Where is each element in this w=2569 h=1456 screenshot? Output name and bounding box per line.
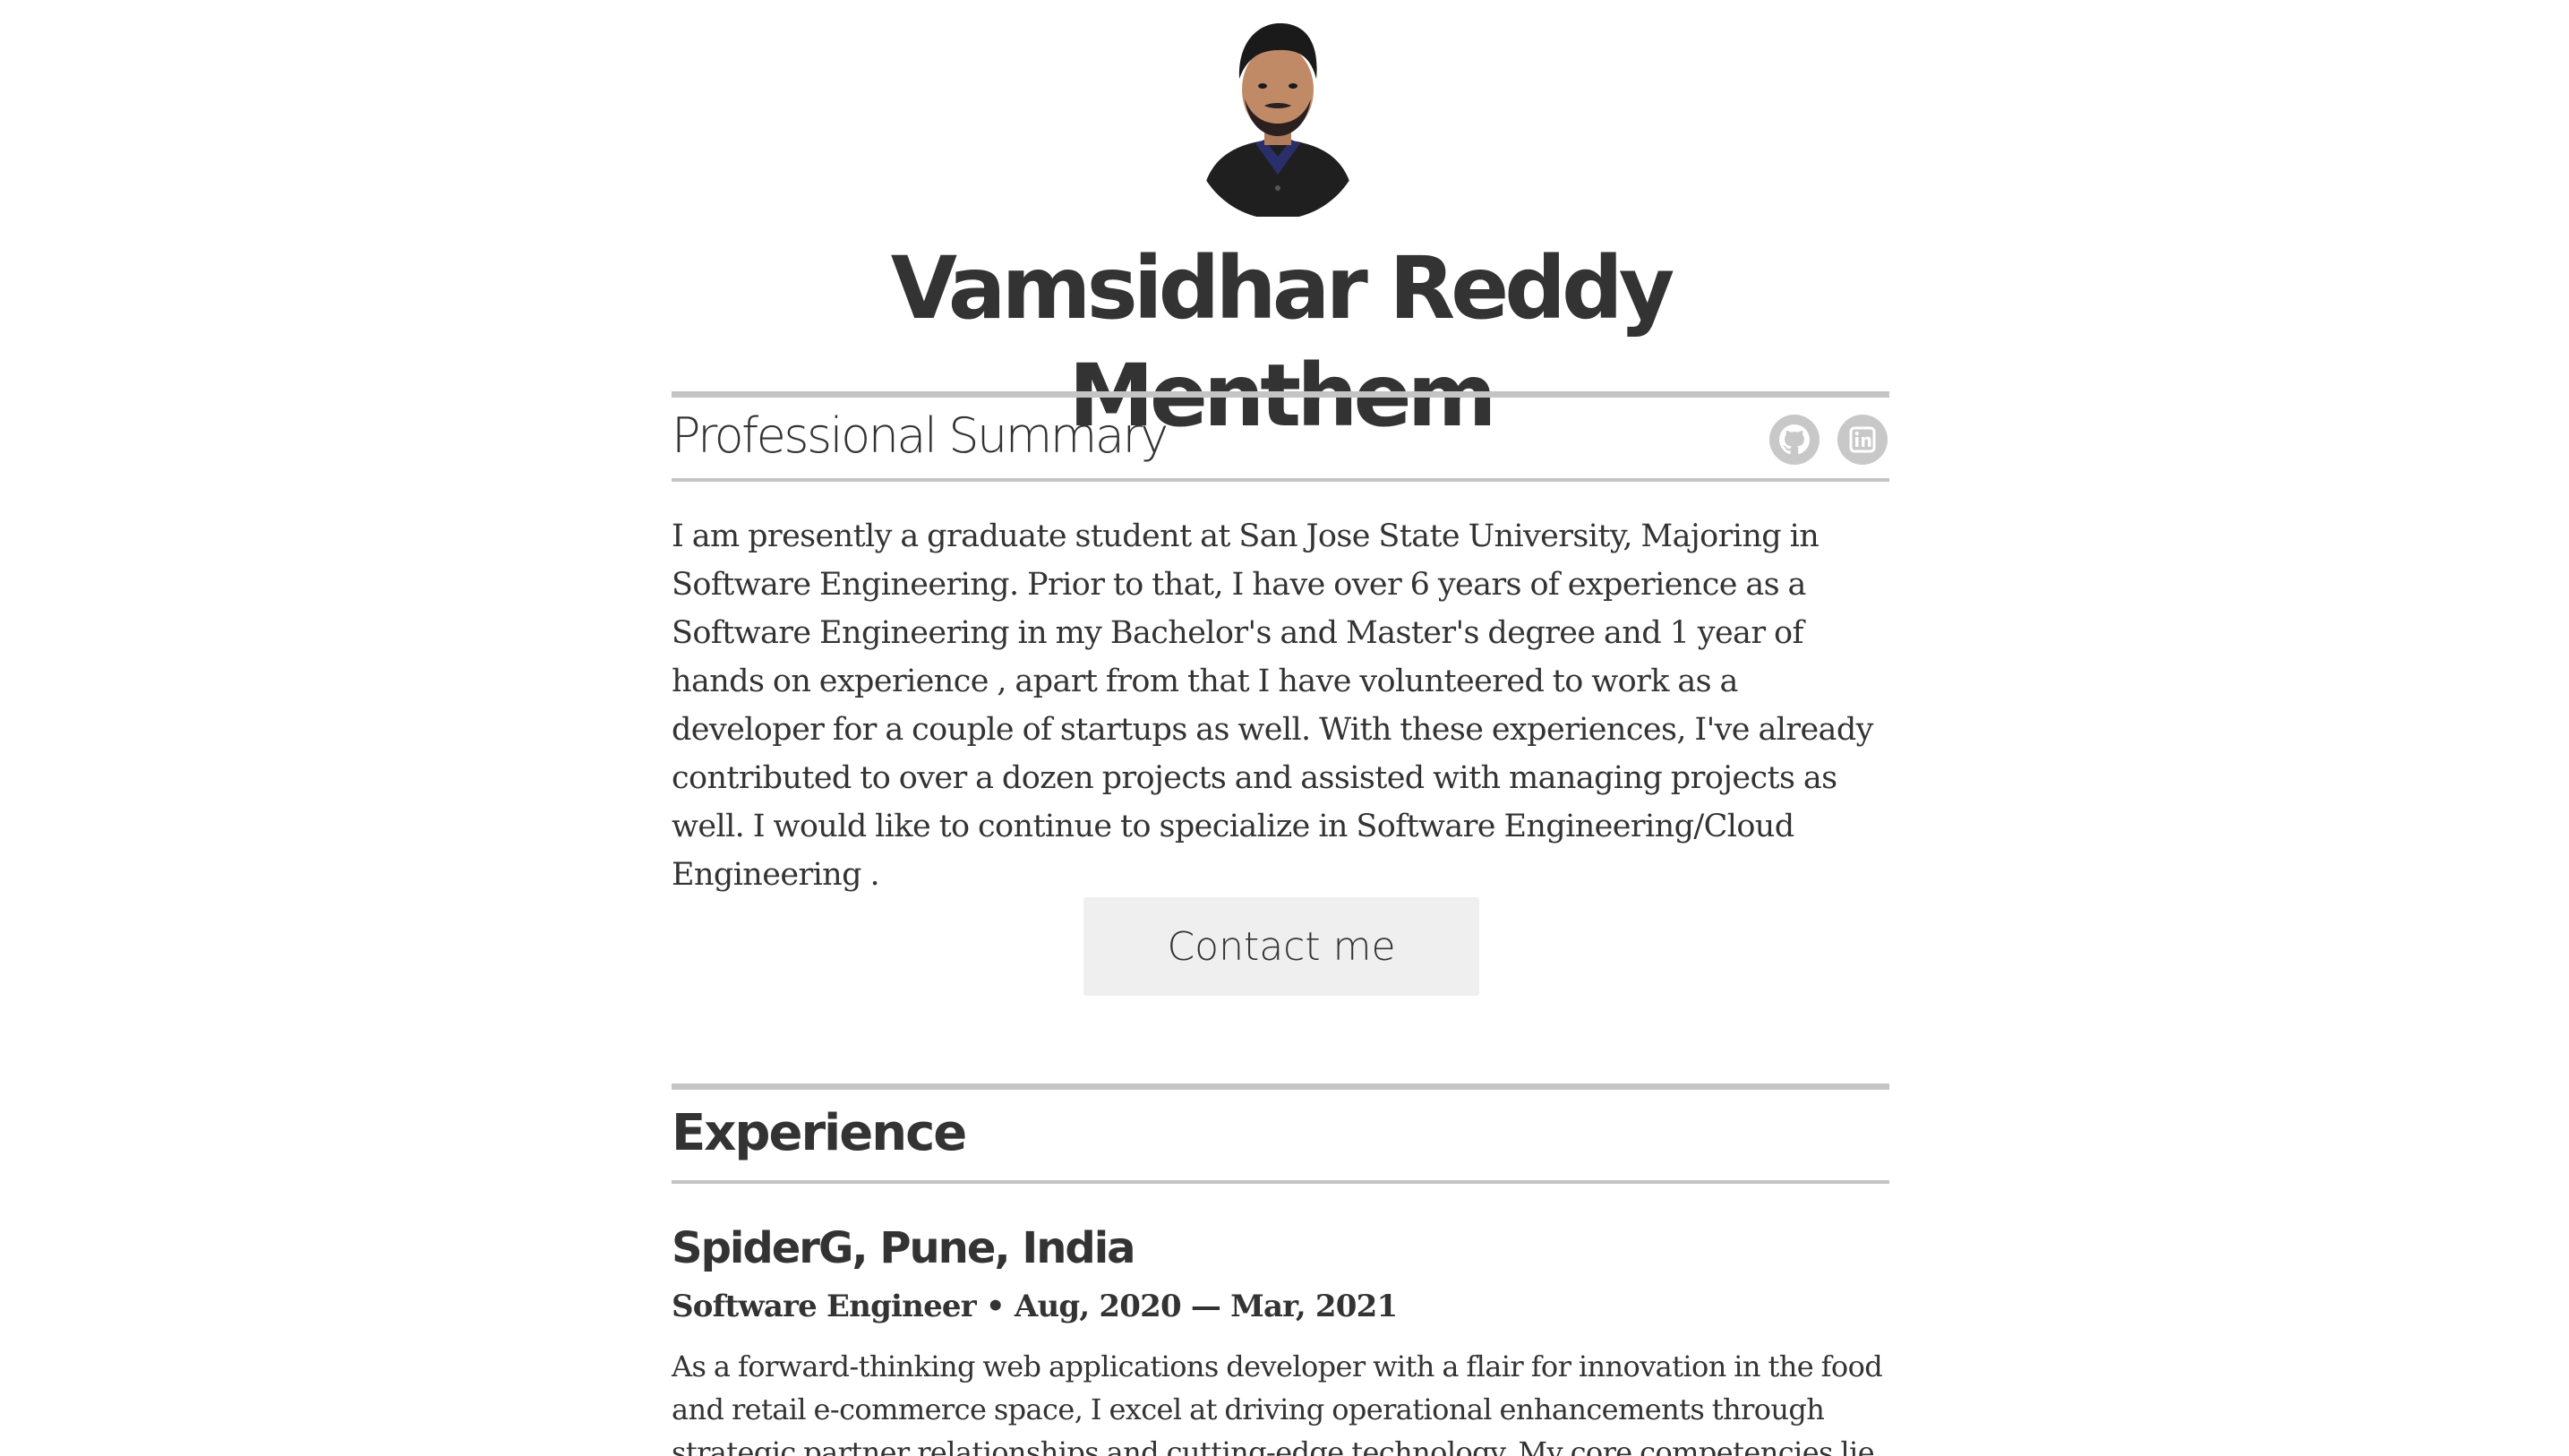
experience-bottom-divider [672,1180,1889,1184]
resume-page: Vamsidhar Reddy Menthem Professional Sum… [0,0,2569,1456]
summary-top-divider [672,391,1889,398]
job-description: As a forward-thinking web applications d… [672,1349,1883,1456]
github-icon [1779,424,1810,455]
avatar [1193,9,1363,217]
job-role-dates: Software Engineer • Aug, 2020 — Mar, 202… [672,1289,1398,1324]
linkedin-icon [1849,426,1876,453]
contact-me-button[interactable]: Contact me [1083,897,1479,996]
experience-top-divider [672,1083,1889,1090]
job-company: SpiderG, Pune, India [672,1223,1136,1273]
summary-heading: Professional Summary [672,407,1169,464]
avatar-photo [1193,9,1363,217]
linkedin-link[interactable] [1837,415,1888,465]
github-link[interactable] [1769,415,1820,465]
summary-paragraph: I am presently a graduate student at San… [672,518,1873,893]
summary-bottom-divider [672,478,1889,482]
experience-heading: Experience [672,1104,967,1162]
